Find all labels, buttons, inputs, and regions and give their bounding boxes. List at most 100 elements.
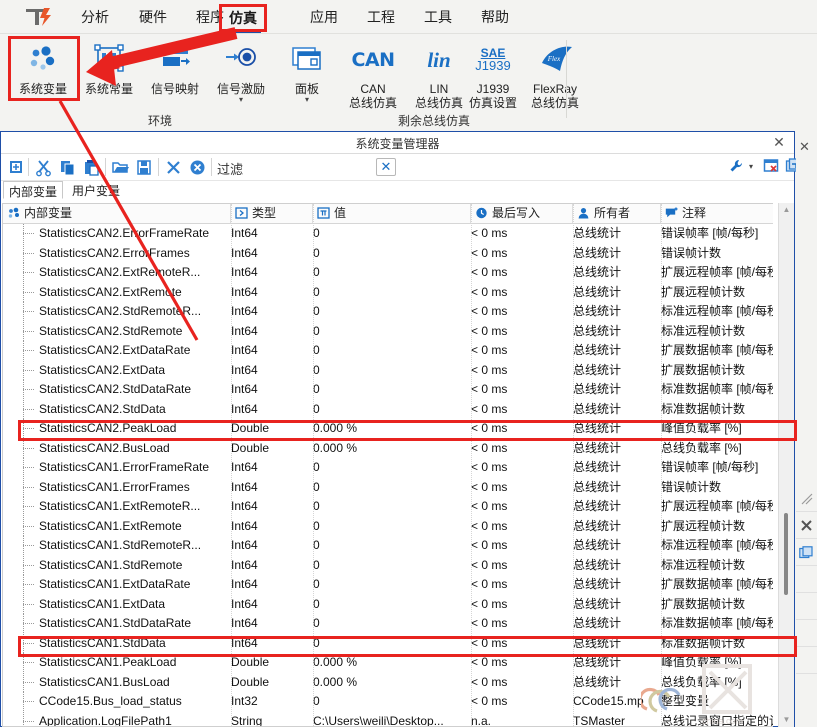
table-row[interactable]: StatisticsCAN2.ExtRemoteR...Int640< 0 ms… — [3, 263, 773, 283]
column-header-type[interactable]: 类型 — [231, 204, 313, 223]
ribbon-tab-project[interactable]: 工程 — [359, 6, 403, 30]
cell-last-write: < 0 ms — [471, 224, 507, 243]
ribbon-button-system-constant[interactable]: 系统常量 — [76, 38, 142, 112]
cell-type: Int64 — [231, 614, 258, 633]
scroll-up-arrow-icon[interactable]: ▲ — [779, 203, 794, 217]
dialog-close-button[interactable]: ✕ — [770, 134, 788, 151]
ribbon-button-signal-mapping[interactable]: 信号映射 — [142, 38, 208, 112]
ribbon-button-flexray-bus-sim[interactable]: Flex FlexRay 总线仿真 — [522, 38, 588, 112]
settings-dropdown-caret-icon[interactable]: ▾ — [749, 158, 753, 176]
ribbon-button-system-variable[interactable]: 系统变量 — [10, 38, 76, 112]
table-row[interactable]: StatisticsCAN2.ExtDataInt640< 0 ms总线统计扩展… — [3, 361, 773, 381]
dock-slot-3[interactable] — [796, 621, 817, 647]
table-frame-icon — [76, 38, 142, 82]
dock-slot-4[interactable] — [796, 648, 817, 674]
table-row[interactable]: StatisticsCAN2.ErrorFrameRateInt640< 0 m… — [3, 224, 773, 244]
dock-slot-2[interactable] — [796, 594, 817, 620]
delete-icon[interactable] — [164, 158, 183, 177]
table-row[interactable]: StatisticsCAN2.PeakLoadDouble0.000 %< 0 … — [3, 419, 773, 439]
ribbon-tab-hardware[interactable]: 硬件 — [131, 6, 175, 30]
table-row[interactable]: StatisticsCAN1.ExtRemoteR...Int640< 0 ms… — [3, 497, 773, 517]
ribbon-tab-application[interactable]: 应用 — [302, 6, 346, 30]
table-row[interactable]: StatisticsCAN2.StdDataRateInt640< 0 ms总线… — [3, 380, 773, 400]
close-dock-icon[interactable] — [796, 513, 817, 539]
settings-wrench-icon[interactable] — [728, 158, 744, 179]
table-row[interactable]: StatisticsCAN1.StdDataInt640< 0 ms总线统计标准… — [3, 634, 773, 654]
cell-last-write: < 0 ms — [471, 575, 507, 594]
restore-dock-icon[interactable] — [796, 540, 817, 566]
dots-cluster-icon — [7, 206, 20, 225]
table-row[interactable]: StatisticsCAN1.StdRemoteR...Int640< 0 ms… — [3, 536, 773, 556]
table-row[interactable]: StatisticsCAN2.StdDataInt640< 0 ms总线统计标准… — [3, 400, 773, 420]
table-row[interactable]: StatisticsCAN1.ErrorFramesInt640< 0 ms总线… — [3, 478, 773, 498]
ribbon-tab-tools[interactable]: 工具 — [416, 6, 460, 30]
resize-grip-icon[interactable] — [796, 486, 817, 512]
ribbon-button-label: J1939 — [460, 82, 526, 96]
table-row[interactable]: StatisticsCAN1.StdDataRateInt640< 0 ms总线… — [3, 614, 773, 634]
table-row[interactable]: StatisticsCAN1.BusLoadDouble0.000 %< 0 m… — [3, 673, 773, 693]
table-row[interactable]: StatisticsCAN2.ExtDataRateInt640< 0 ms总线… — [3, 341, 773, 361]
copy-icon[interactable] — [58, 158, 77, 177]
outer-close-icon[interactable]: ✕ — [799, 139, 810, 155]
ribbon-tab-help[interactable]: 帮助 — [473, 6, 517, 30]
cell-type: Int64 — [231, 341, 258, 360]
cell-type: Int64 — [231, 478, 258, 497]
scrollbar-thumb[interactable] — [784, 513, 788, 595]
system-variable-manager-dialog: 系统变量管理器 ✕ — [0, 131, 795, 727]
column-header-last-write[interactable]: 最后写入 — [471, 204, 573, 223]
column-header-name[interactable]: 内部变量 — [3, 204, 231, 223]
tab-user-variables[interactable]: 用户变量 — [67, 181, 125, 199]
filter-input[interactable]: 过滤 — [217, 159, 243, 178]
cell-value: 0 — [313, 556, 320, 575]
ribbon-button-can-bus-sim[interactable]: CAN CAN 总线仿真 — [340, 38, 406, 112]
ribbon-tab-simulation[interactable]: 仿真 — [222, 7, 264, 31]
cell-comment: 扩展数据帧计数 — [661, 361, 745, 380]
cell-comment: 扩展远程帧计数 — [661, 517, 745, 536]
tab-internal-variables[interactable]: 内部变量 — [3, 181, 63, 199]
dock-slot-1[interactable] — [796, 567, 817, 593]
tree-branch — [23, 701, 34, 702]
cut-icon[interactable] — [34, 158, 53, 177]
column-header-comment[interactable]: 注释 — [661, 204, 773, 223]
save-icon[interactable] — [135, 158, 154, 177]
paste-icon[interactable] — [82, 158, 101, 177]
cell-type: Int64 — [231, 458, 258, 477]
app-root: 分析 硬件 程序 仿真 应用 工程 工具 帮助 环境 — [0, 0, 817, 727]
table-row[interactable]: CCode15.Bus_load_statusInt320< 0 msCCode… — [3, 692, 773, 712]
column-header-value[interactable]: 值 — [313, 204, 471, 223]
table-row[interactable]: StatisticsCAN2.BusLoadDouble0.000 %< 0 m… — [3, 439, 773, 459]
table-row[interactable]: StatisticsCAN2.StdRemoteR...Int640< 0 ms… — [3, 302, 773, 322]
close-window-icon[interactable] — [763, 158, 780, 179]
grid-vertical-scrollbar[interactable]: ▲ ▼ — [778, 203, 794, 727]
dock-slot-5[interactable] — [796, 675, 817, 701]
scroll-down-arrow-icon[interactable]: ▼ — [779, 713, 794, 727]
table-row[interactable]: StatisticsCAN1.PeakLoadDouble0.000 %< 0 … — [3, 653, 773, 673]
table-row[interactable]: StatisticsCAN2.ExtRemoteInt640< 0 ms总线统计… — [3, 283, 773, 303]
tab-label: 分析 — [81, 9, 109, 25]
table-row[interactable]: StatisticsCAN2.StdRemoteInt640< 0 ms总线统计… — [3, 322, 773, 342]
chevron-down-icon[interactable]: ▾ — [208, 96, 274, 103]
filter-clear-button[interactable]: ✕ — [376, 158, 396, 176]
open-icon[interactable] — [111, 158, 130, 177]
ribbon-body: 环境 系统变量 — [0, 33, 817, 130]
table-row[interactable]: StatisticsCAN1.StdRemoteInt640< 0 ms总线统计… — [3, 556, 773, 576]
cell-type: Int64 — [231, 283, 258, 302]
cell-comment: 标准远程帧计数 — [661, 322, 745, 341]
cell-type: Double — [231, 673, 269, 692]
table-row[interactable]: StatisticsCAN2.ErrorFramesInt640< 0 ms总线… — [3, 244, 773, 264]
table-row[interactable]: Application.LogFilePath1StringC:\Users\w… — [3, 712, 773, 727]
new-variable-icon[interactable] — [7, 158, 26, 177]
table-row[interactable]: StatisticsCAN1.ExtDataInt640< 0 ms总线统计扩展… — [3, 595, 773, 615]
table-row[interactable]: StatisticsCAN1.ExtRemoteInt640< 0 ms总线统计… — [3, 517, 773, 537]
table-row[interactable]: StatisticsCAN1.ExtDataRateInt640< 0 ms总线… — [3, 575, 773, 595]
table-row[interactable]: StatisticsCAN1.ErrorFrameRateInt640< 0 m… — [3, 458, 773, 478]
column-separator — [231, 204, 232, 726]
column-header-owner[interactable]: 所有者 — [573, 204, 661, 223]
ribbon-button-signal-stimulus[interactable]: 信号激励 ▾ — [208, 38, 274, 112]
toolbar-separator — [158, 158, 159, 176]
clear-all-icon[interactable] — [188, 158, 207, 177]
ribbon-button-j1939-sim-settings[interactable]: SAE J1939 J1939 仿真设置 — [460, 38, 526, 112]
cell-name: StatisticsCAN2.ErrorFrameRate — [39, 224, 209, 243]
ribbon-tab-analysis[interactable]: 分析 — [73, 6, 117, 30]
tab-label: 内部变量 — [9, 185, 57, 199]
